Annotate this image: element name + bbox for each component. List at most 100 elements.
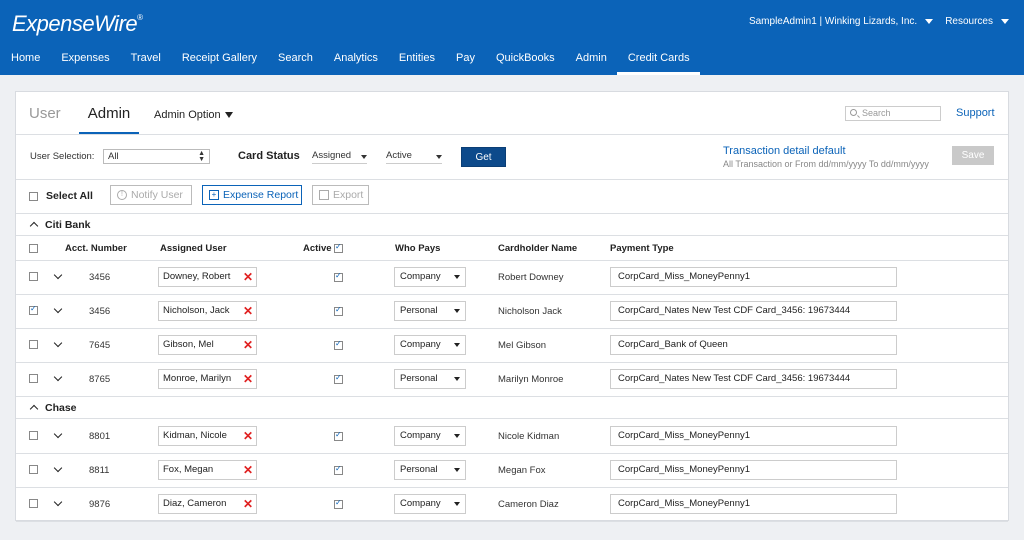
remove-user-icon[interactable]: ✕ <box>243 495 253 513</box>
active-all-checkbox[interactable] <box>334 242 343 253</box>
expense-report-button[interactable]: + Expense Report <box>202 185 302 205</box>
who-pays-select[interactable]: Personal <box>394 369 466 389</box>
info-icon: ! <box>117 190 127 200</box>
remove-user-icon[interactable]: ✕ <box>243 370 253 388</box>
resources-chevron-down-icon[interactable] <box>1001 19 1009 24</box>
nav-receipt-gallery[interactable]: Receipt Gallery <box>171 44 267 75</box>
user-selection-select[interactable]: All ▲ ▼ <box>103 149 210 164</box>
row-checkbox[interactable] <box>29 304 38 315</box>
who-pays-value: Personal <box>400 464 438 475</box>
nav-home[interactable]: Home <box>0 44 51 75</box>
assigned-user-input[interactable]: Nicholson, Jack ✕ <box>158 301 257 321</box>
payment-type-field[interactable]: CorpCard_Nates New Test CDF Card_3456: 1… <box>610 301 897 321</box>
group-header-chase[interactable]: Chase <box>16 397 1008 419</box>
nav-credit-cards[interactable]: Credit Cards <box>617 44 700 75</box>
who-pays-value: Company <box>400 498 441 509</box>
account-chevron-down-icon[interactable] <box>925 19 934 24</box>
logo[interactable]: ExpenseWire® <box>12 11 143 37</box>
group-header-citi[interactable]: Citi Bank <box>16 214 1008 236</box>
select-all-checkbox[interactable] <box>29 192 38 201</box>
payment-type-value: CorpCard_Nates New Test CDF Card_3456: 1… <box>618 305 851 316</box>
nav-travel[interactable]: Travel <box>120 44 171 75</box>
chevron-down-icon[interactable] <box>53 429 63 439</box>
account-user[interactable]: SampleAdmin1 | Winking Lizards, Inc. <box>749 16 917 27</box>
row-checkbox[interactable] <box>29 499 38 508</box>
row-checkbox[interactable] <box>29 272 38 281</box>
chevron-down-icon[interactable] <box>53 270 63 280</box>
nav-admin[interactable]: Admin <box>565 44 617 75</box>
select-all-label: Select All <box>46 190 93 202</box>
remove-user-icon[interactable]: ✕ <box>243 461 253 479</box>
row-checkbox[interactable] <box>29 340 38 349</box>
active-status-select[interactable]: Active <box>386 150 442 164</box>
active-checkbox[interactable] <box>334 464 343 475</box>
chevron-down-icon[interactable] <box>53 372 63 382</box>
notify-user-button[interactable]: ! Notify User <box>110 185 192 205</box>
nav-analytics[interactable]: Analytics <box>323 44 388 75</box>
col-who-pays: Who Pays <box>395 243 441 254</box>
acct-number: 3456 <box>89 272 111 283</box>
caret-down-icon <box>436 155 442 159</box>
assigned-user-input[interactable]: Kidman, Nicole ✕ <box>158 426 257 446</box>
who-pays-select[interactable]: Company <box>394 426 466 446</box>
chevron-down-icon[interactable] <box>53 497 63 507</box>
search-input[interactable]: Search <box>845 106 941 121</box>
col-active: Active <box>303 243 332 254</box>
chevron-down-icon[interactable] <box>53 463 63 473</box>
active-checkbox[interactable] <box>334 271 343 282</box>
remove-user-icon[interactable]: ✕ <box>243 302 253 320</box>
resources-menu[interactable]: Resources <box>945 16 993 27</box>
chevron-down-icon[interactable] <box>53 304 63 314</box>
who-pays-select[interactable]: Personal <box>394 460 466 480</box>
cardholder-name: Megan Fox <box>498 465 546 476</box>
assigned-user-input[interactable]: Fox, Megan ✕ <box>158 460 257 480</box>
caret-down-icon <box>454 343 460 347</box>
payment-type-field[interactable]: CorpCard_Nates New Test CDF Card_3456: 1… <box>610 369 897 389</box>
nav-expenses[interactable]: Expenses <box>51 44 120 75</box>
nav-search[interactable]: Search <box>268 44 324 75</box>
assigned-user-input[interactable]: Monroe, Marilyn ✕ <box>158 369 257 389</box>
remove-user-icon[interactable]: ✕ <box>243 336 253 354</box>
active-checkbox[interactable] <box>334 498 343 509</box>
active-checkbox[interactable] <box>334 305 343 316</box>
table-row: 7645 Gibson, Mel ✕ Company Mel Gibson CorpCar… <box>16 329 1008 363</box>
active-checkbox[interactable] <box>334 430 343 441</box>
tab-user[interactable]: User <box>29 105 61 122</box>
assigned-user-input[interactable]: Gibson, Mel ✕ <box>158 335 257 355</box>
active-checkbox[interactable] <box>334 373 343 384</box>
who-pays-select[interactable]: Personal <box>394 301 466 321</box>
assigned-select[interactable]: Assigned <box>312 150 367 164</box>
tab-admin[interactable]: Admin <box>79 105 139 134</box>
payment-type-field[interactable]: CorpCard_Miss_MoneyPenny1 <box>610 267 897 287</box>
nav-entities[interactable]: Entities <box>388 44 445 75</box>
row-checkbox[interactable] <box>29 374 38 383</box>
payment-type-field[interactable]: CorpCard_Miss_MoneyPenny1 <box>610 426 897 446</box>
header-checkbox[interactable] <box>29 244 38 253</box>
col-cardholder-name: Cardholder Name <box>498 243 578 254</box>
chevron-up-icon[interactable] <box>29 404 39 414</box>
admin-option-dropdown[interactable]: Admin Option <box>154 109 233 121</box>
nav-pay[interactable]: Pay <box>445 44 485 75</box>
row-checkbox[interactable] <box>29 431 38 440</box>
remove-user-icon[interactable]: ✕ <box>243 268 253 286</box>
export-button[interactable]: Export <box>312 185 369 205</box>
who-pays-select[interactable]: Company <box>394 335 466 355</box>
payment-type-field[interactable]: CorpCard_Miss_MoneyPenny1 <box>610 460 897 480</box>
who-pays-select[interactable]: Company <box>394 494 466 514</box>
save-button[interactable]: Save <box>952 146 994 165</box>
chevron-up-icon[interactable] <box>29 221 39 231</box>
assigned-user-input[interactable]: Downey, Robert ✕ <box>158 267 257 287</box>
chevron-down-icon[interactable] <box>53 338 63 348</box>
active-checkbox[interactable] <box>334 339 343 350</box>
who-pays-select[interactable]: Company <box>394 267 466 287</box>
top-bar: ExpenseWire® SampleAdmin1 | Winking Liza… <box>0 0 1024 75</box>
payment-type-field[interactable]: CorpCard_Miss_MoneyPenny1 <box>610 494 897 514</box>
transaction-detail-link[interactable]: Transaction detail default <box>723 145 846 157</box>
assigned-user-input[interactable]: Diaz, Cameron ✕ <box>158 494 257 514</box>
payment-type-field[interactable]: CorpCard_Bank of Queen <box>610 335 897 355</box>
support-link[interactable]: Support <box>956 107 995 119</box>
nav-quickbooks[interactable]: QuickBooks <box>485 44 565 75</box>
get-button[interactable]: Get <box>461 147 506 167</box>
remove-user-icon[interactable]: ✕ <box>243 427 253 445</box>
row-checkbox[interactable] <box>29 465 38 474</box>
